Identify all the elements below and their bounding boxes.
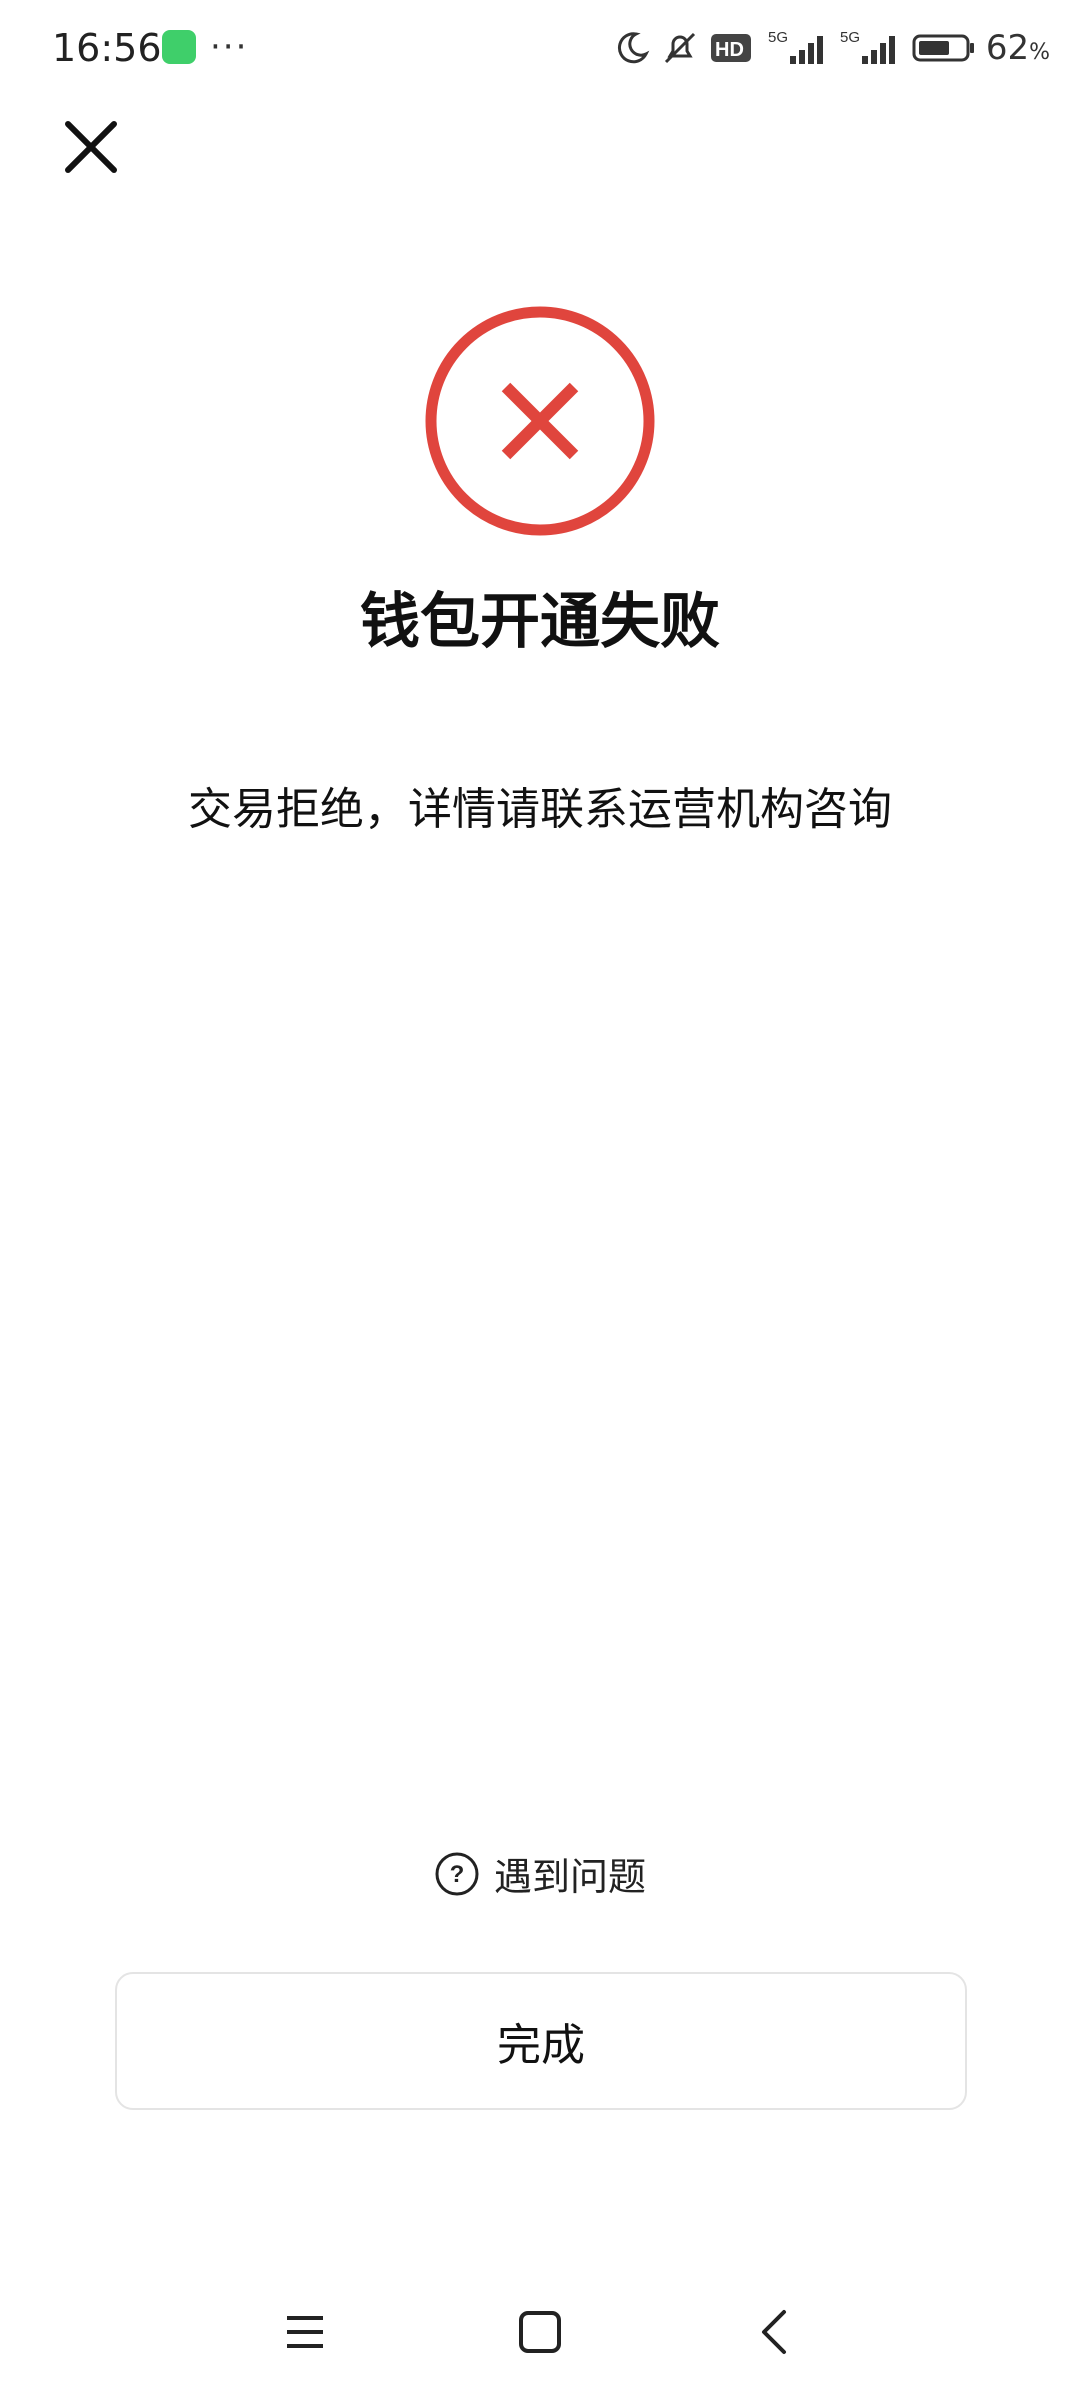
silent-bell-icon <box>664 32 695 64</box>
svg-text:5G: 5G <box>768 29 788 46</box>
error-circle-icon <box>425 306 655 536</box>
svg-text:?: ? <box>450 1861 465 1888</box>
status-time: 16:56 <box>52 26 162 70</box>
menu-icon[interactable] <box>285 2312 325 2352</box>
hd-icon: HD <box>710 34 751 62</box>
help-label: 遇到问题 <box>493 1855 646 1899</box>
signal-5g-icon-1: 5G <box>768 29 823 64</box>
svg-text:HD: HD <box>715 39 744 61</box>
signal-5g-icon-2: 5G <box>840 29 895 64</box>
do-not-disturb-moon-icon <box>617 32 650 64</box>
status-more-indicator: ··· <box>210 27 249 67</box>
help-link[interactable]: ? 遇到问题 <box>0 1846 1080 1901</box>
battery-icon <box>912 34 974 62</box>
done-button[interactable]: 完成 <box>115 1972 967 2110</box>
status-icons: HD 5G 5G 62% <box>614 22 1050 74</box>
svg-text:5G: 5G <box>840 29 860 46</box>
status-bar: 16:56 ··· HD 5G 5G 62% <box>0 0 1080 96</box>
page-title: 钱包开通失败 <box>360 587 720 657</box>
system-nav-bar <box>0 2290 1080 2380</box>
back-chevron-icon[interactable] <box>756 2308 792 2356</box>
question-circle-icon: ? <box>435 1852 479 1895</box>
home-square-icon[interactable] <box>518 2310 562 2354</box>
failure-message: 交易拒绝，详情请联系运营机构咨询 <box>188 784 892 835</box>
wechat-notification-icon <box>162 30 196 64</box>
done-button-label: 完成 <box>497 2020 585 2071</box>
battery-percent: 62% <box>985 28 1050 68</box>
close-button[interactable] <box>56 112 126 182</box>
close-icon <box>65 121 117 173</box>
